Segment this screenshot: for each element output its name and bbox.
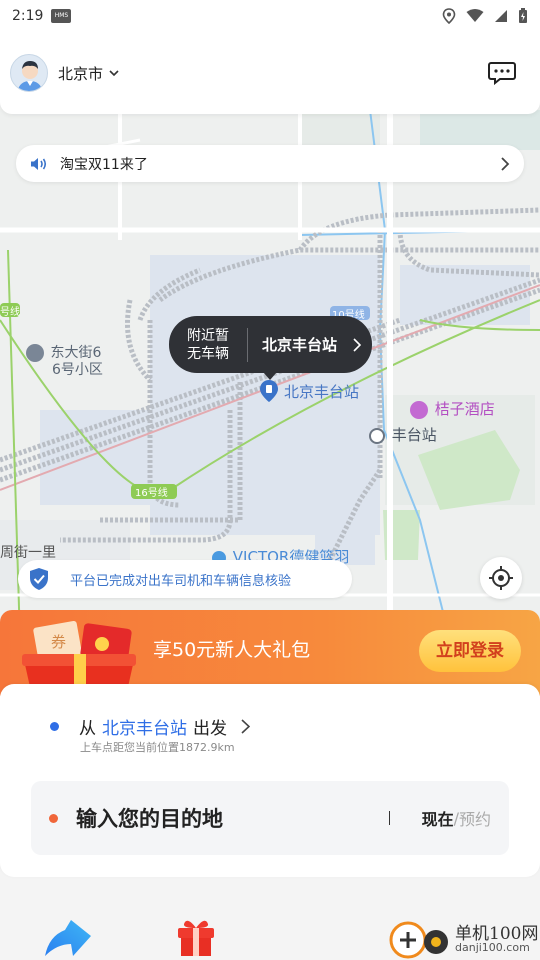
text-cursor <box>388 811 390 825</box>
bubble-station-name: 北京丰台站 <box>262 336 338 354</box>
signal-icon <box>495 10 507 22</box>
residential-icon <box>26 344 44 362</box>
shield-icon <box>30 568 48 590</box>
status-time: 2:19 <box>12 8 44 24</box>
pickup-bubble[interactable]: 附近暂 无车辆 北京丰台站 <box>169 316 372 373</box>
avatar-icon <box>17 61 43 91</box>
navigation-arrow-icon[interactable] <box>43 916 93 956</box>
time-now-option[interactable]: 现在 <box>422 806 454 830</box>
poi-hotel-label: 桔子酒店 <box>434 400 495 418</box>
speaker-icon <box>31 157 47 170</box>
chevron-right-icon <box>353 337 362 352</box>
poi-residential-line2: 6号小区 <box>52 362 103 378</box>
message-icon <box>488 62 516 86</box>
poi-hotel[interactable]: 桔子酒店 <box>410 398 495 419</box>
poi-station-label[interactable]: 北京丰台站 <box>284 381 359 402</box>
avatar[interactable] <box>10 54 48 92</box>
metro-line16-label: 16号线 <box>135 488 168 499</box>
trip-panel: 从 北京丰台站 出发 上车点距您当前位置1872.9km 输入您的目的地 现在 … <box>0 684 540 877</box>
hotel-icon <box>410 400 428 419</box>
bottom-bar: 单机100网 danji100.com <box>0 880 540 960</box>
chevron-right-icon <box>241 719 250 734</box>
destination-placeholder: 输入您的目的地 <box>76 807 223 831</box>
metro-line-left-label: 号线 <box>0 307 20 318</box>
watermark-subtitle: danji100.com <box>455 941 530 954</box>
poi-fengtai-station[interactable]: 丰台站 <box>369 424 437 445</box>
verification-text: 平台已完成对出车司机和车辆信息核验 <box>70 573 292 589</box>
battery-icon <box>519 8 527 23</box>
pickup-prefix: 从 <box>79 719 96 739</box>
pickup-pin-icon <box>260 380 278 402</box>
announcement-text: 淘宝双11来了 <box>60 156 148 173</box>
city-label: 北京市 <box>58 64 104 83</box>
train-station-icon <box>369 427 385 444</box>
destination-input[interactable]: 输入您的目的地 现在 / 预约 <box>31 781 509 855</box>
pickup-station: 北京丰台站 <box>102 719 187 739</box>
chevron-down-icon <box>109 70 119 77</box>
promo-title: 享50元新人大礼包 <box>153 639 311 661</box>
chevron-right-icon <box>501 156 510 171</box>
no-vehicle-text: 附近暂 无车辆 <box>169 327 247 363</box>
destination-dot-icon <box>49 813 58 823</box>
message-button[interactable] <box>488 61 516 86</box>
watermark-logo-icon <box>389 921 448 959</box>
pickup-suffix: 出发 <box>193 719 227 739</box>
coupon-tag: 券 <box>51 633 67 651</box>
announcement-bar[interactable]: 淘宝双11来了 <box>16 145 524 182</box>
poi-fengtai-station-label: 丰台站 <box>391 426 437 444</box>
no-vehicle-line2: 无车辆 <box>187 345 229 362</box>
location-icon <box>442 8 456 24</box>
pickup-distance: 上车点距您当前位置1872.9km <box>80 741 235 754</box>
no-vehicle-line1: 附近暂 <box>187 327 229 344</box>
pickup-dot-icon <box>50 722 59 731</box>
bubble-tail <box>263 372 277 380</box>
locate-button[interactable] <box>480 557 522 599</box>
wifi-icon <box>466 9 484 22</box>
hms-icon: HMS <box>51 9 72 23</box>
poi-street: 周街一里 <box>0 545 56 561</box>
pickup-row[interactable]: 从 北京丰台站 出发 <box>50 714 250 739</box>
login-button[interactable]: 立即登录 <box>419 630 521 672</box>
city-selector[interactable]: 北京市 <box>58 63 119 84</box>
gift-icon[interactable] <box>175 916 217 956</box>
crosshair-icon <box>489 566 513 590</box>
watermark: 单机100网 danji100.com <box>386 916 540 960</box>
time-reserve-option[interactable]: 预约 <box>459 806 491 830</box>
verification-banner[interactable]: 平台已完成对出车司机和车辆信息核验 <box>18 560 352 598</box>
status-bar: 2:19 HMS <box>0 0 540 32</box>
top-header: 北京市 <box>0 32 540 114</box>
